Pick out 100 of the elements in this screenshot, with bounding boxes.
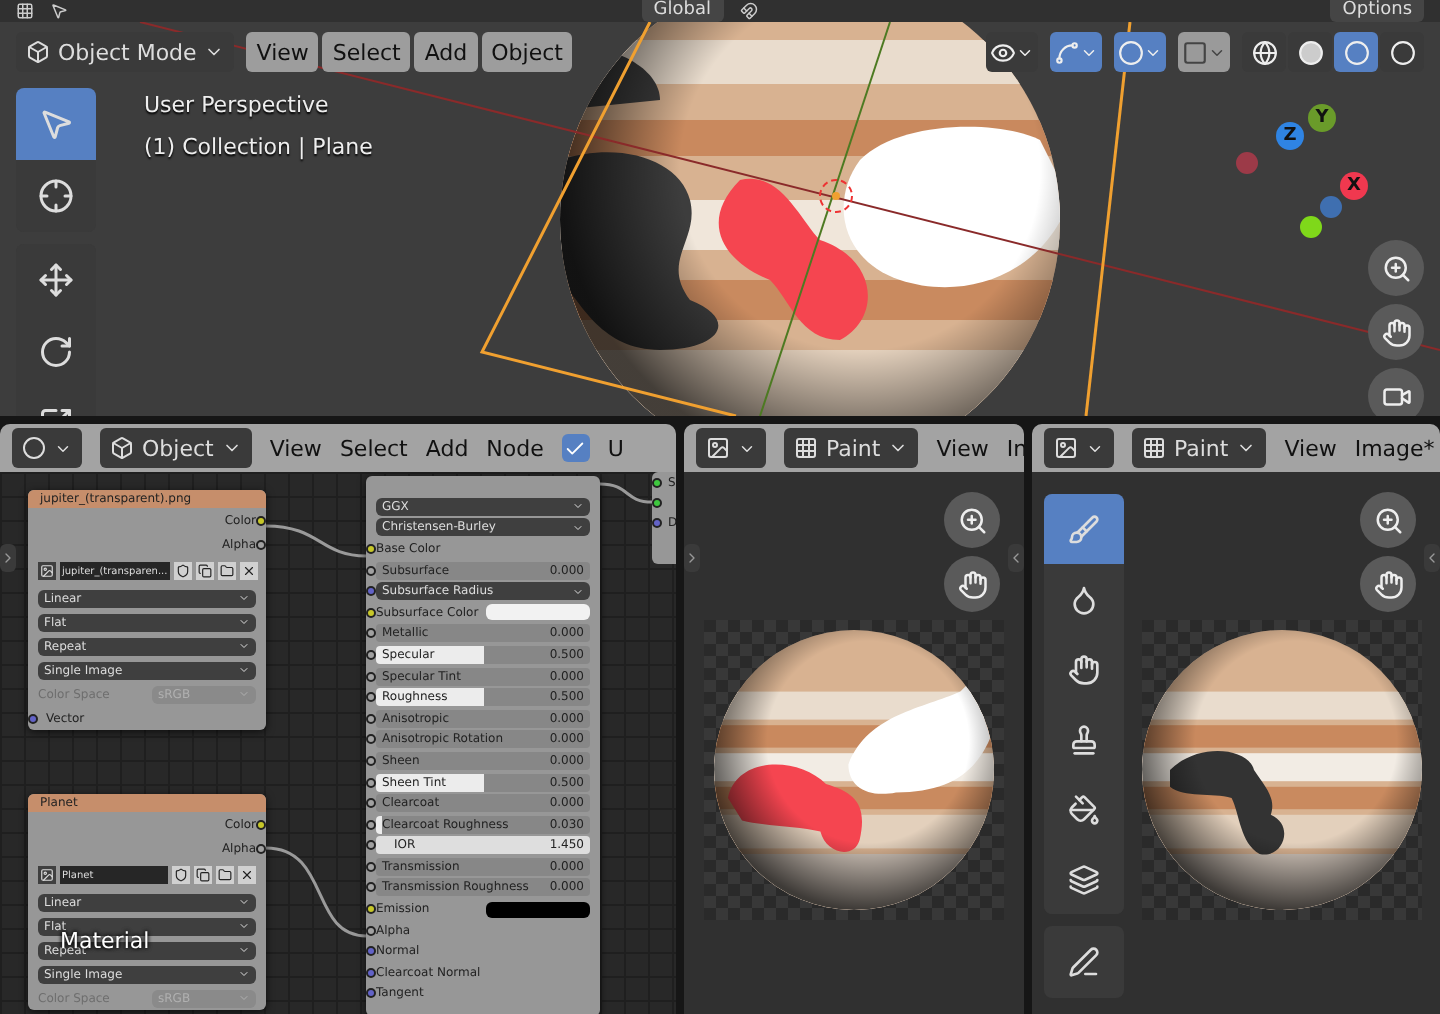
- brush-icon: [1068, 513, 1100, 545]
- navigation-button[interactable]: [1368, 368, 1424, 416]
- socket-icon[interactable]: [652, 477, 662, 487]
- mode-dropdown[interactable]: Paint: [784, 428, 919, 468]
- socket-icon[interactable]: [256, 515, 266, 525]
- mode-dropdown[interactable]: Paint: [1132, 428, 1267, 468]
- unlink-button[interactable]: [238, 866, 256, 884]
- menu-item[interactable]: View: [269, 435, 322, 461]
- options-dropdown[interactable]: Options: [1330, 0, 1425, 22]
- axis-label[interactable]: Y: [1308, 104, 1336, 132]
- globe-icon: [1251, 39, 1277, 65]
- navigation-button[interactable]: [1368, 304, 1424, 360]
- duplicate-button[interactable]: [195, 562, 214, 580]
- editor-type-dropdown[interactable]: [12, 428, 82, 468]
- unlink-button[interactable]: [239, 562, 258, 580]
- socket-icon[interactable]: [366, 988, 376, 999]
- open-button[interactable]: [216, 866, 234, 884]
- 3d-viewport[interactable]: Global Options Object Mode View Select Add Object User Perspective (1) Collection | Plane X Y Z: [0, 0, 1440, 416]
- curve-arrow-icon: [1054, 39, 1080, 65]
- image-browse-button[interactable]: [38, 866, 56, 884]
- chevron-right-icon: [684, 550, 700, 566]
- image-browse-button[interactable]: [38, 562, 56, 580]
- use-nodes-checkbox[interactable]: [561, 434, 590, 462]
- folder-icon: [219, 564, 234, 578]
- socket-icon[interactable]: [28, 713, 38, 723]
- menu-button[interactable]: Object: [481, 32, 573, 72]
- cursor-arrow-icon: [38, 106, 74, 142]
- fake-user-button[interactable]: [172, 866, 190, 884]
- axis-label[interactable]: Z: [1276, 122, 1304, 150]
- menu-item[interactable]: Image*: [1354, 435, 1435, 461]
- checker-icon: [794, 436, 818, 460]
- orientation-dropdown[interactable]: Global: [641, 0, 723, 22]
- socket-icon[interactable]: [256, 539, 266, 549]
- chevron-right-icon: [0, 550, 16, 566]
- toggle-button[interactable]: [1050, 32, 1102, 72]
- navigation-button[interactable]: [944, 556, 1000, 612]
- object-dropdown[interactable]: Object: [100, 428, 252, 468]
- menu-button[interactable]: View: [246, 32, 319, 72]
- magnet-icon[interactable]: [739, 2, 757, 20]
- socket-icon[interactable]: [366, 543, 376, 554]
- color-swatch[interactable]: [486, 901, 590, 918]
- editor-type-dropdown[interactable]: [696, 428, 766, 468]
- menu-item[interactable]: Add: [425, 435, 469, 461]
- zoom-icon: [957, 505, 987, 535]
- socket-icon[interactable]: [256, 819, 266, 829]
- paint-bucket-icon: [1068, 793, 1100, 825]
- image-icon: [1054, 436, 1078, 460]
- viewport-info-text: User Perspective: [144, 92, 331, 118]
- chevron-left-icon: [1008, 550, 1024, 566]
- socket-icon[interactable]: [652, 517, 662, 527]
- socket-icon[interactable]: [652, 497, 662, 507]
- open-button[interactable]: [217, 562, 236, 580]
- node-canvas[interactable]: [0, 472, 676, 1014]
- socket-icon[interactable]: [366, 967, 376, 978]
- pen-icon: [1068, 946, 1100, 978]
- node-link: [265, 846, 367, 938]
- image-icon: [40, 868, 54, 882]
- menu-item[interactable]: Select: [339, 435, 408, 461]
- socket-icon[interactable]: [256, 843, 266, 853]
- cube-icon: [110, 436, 134, 460]
- stamp-icon: [1068, 723, 1100, 755]
- navigation-button[interactable]: [944, 492, 1000, 548]
- negative-axis-dot[interactable]: [1300, 216, 1322, 238]
- mode-dropdown[interactable]: Object Mode: [16, 32, 235, 72]
- navigation-button[interactable]: [1360, 556, 1416, 612]
- menu-item[interactable]: View: [1284, 435, 1337, 461]
- grid-icon[interactable]: [16, 2, 34, 20]
- shading-button[interactable]: [1334, 32, 1378, 72]
- zoom-icon: [1373, 505, 1403, 535]
- toggle-button[interactable]: [1114, 32, 1166, 72]
- copy-icon: [197, 564, 212, 578]
- menu-item[interactable]: View: [936, 435, 989, 461]
- rotate-icon: [38, 334, 74, 370]
- color-swatch[interactable]: [486, 604, 590, 621]
- expand-tab[interactable]: [0, 544, 16, 572]
- socket-icon[interactable]: [366, 925, 376, 936]
- menu-item[interactable]: Node: [486, 435, 544, 461]
- image-icon: [40, 564, 54, 578]
- eye-icon: [990, 39, 1016, 65]
- toggle-button[interactable]: [1178, 32, 1230, 72]
- duplicate-button[interactable]: [194, 866, 212, 884]
- axis-gizmo[interactable]: X Y Z: [1236, 104, 1368, 244]
- close-icon: [241, 564, 256, 578]
- navigation-button[interactable]: [1368, 240, 1424, 296]
- fake-user-button[interactable]: [173, 562, 192, 580]
- negative-axis-dot[interactable]: [1320, 196, 1342, 218]
- menu-button[interactable]: Select: [322, 32, 411, 72]
- 3d-cursor-icon: [819, 179, 853, 213]
- socket-icon[interactable]: [366, 946, 376, 957]
- menu-button[interactable]: Add: [414, 32, 478, 72]
- editor-type-dropdown[interactable]: [1044, 428, 1114, 468]
- copy-icon: [196, 868, 210, 882]
- socket-icon[interactable]: [366, 904, 376, 915]
- negative-axis-dot[interactable]: [1236, 152, 1258, 174]
- socket-icon[interactable]: [366, 607, 376, 618]
- shader-node[interactable]: [366, 476, 600, 1014]
- axis-label[interactable]: X: [1340, 172, 1368, 200]
- navigation-button[interactable]: [1360, 492, 1416, 548]
- zoom-icon: [1381, 253, 1411, 283]
- square-icon: [1182, 39, 1208, 65]
